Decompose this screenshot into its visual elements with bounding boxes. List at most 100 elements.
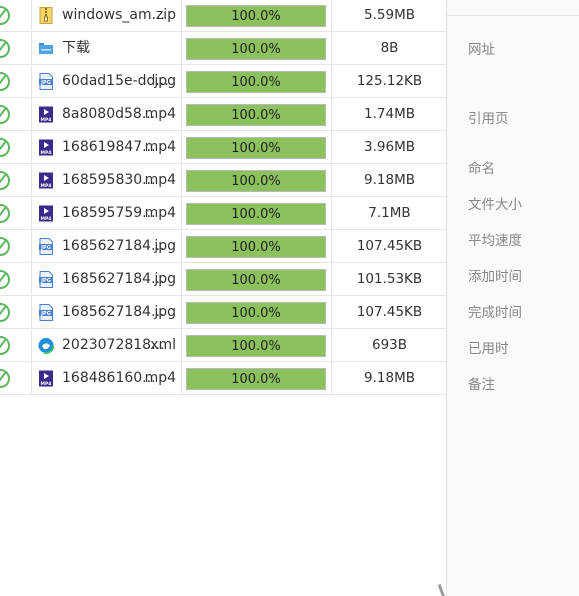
column-divider bbox=[331, 296, 332, 328]
progress-bar: 100.0% bbox=[186, 71, 326, 93]
table-row[interactable]: MP4 8a8080d58... mp4 100.0% 1.74MB bbox=[0, 98, 446, 131]
column-divider bbox=[31, 164, 32, 196]
jpg-icon: JPG bbox=[38, 73, 54, 90]
table-row[interactable]: MP4 168619847... mp4 100.0% 3.96MB bbox=[0, 131, 446, 164]
jpg-icon: JPG bbox=[38, 271, 54, 288]
table-row[interactable]: 下载 100.0% 8B bbox=[0, 32, 446, 65]
mp4-icon: MP4 bbox=[38, 106, 54, 123]
column-divider bbox=[331, 98, 332, 130]
file-name: 2023072818... xml bbox=[62, 329, 180, 362]
table-row[interactable]: MP4 168595759... mp4 100.0% 7.1MB bbox=[0, 197, 446, 230]
svg-text:JPG: JPG bbox=[40, 278, 51, 284]
table-row[interactable]: 2023072818... xml 100.0% 693B bbox=[0, 329, 446, 362]
file-extension: jpg bbox=[154, 238, 176, 254]
file-extension: jpg bbox=[154, 304, 176, 320]
column-divider bbox=[31, 32, 32, 64]
column-divider bbox=[331, 131, 332, 163]
file-name-text: 下载 bbox=[62, 40, 90, 56]
file-name: 下载 bbox=[62, 32, 180, 65]
file-name-text: 1685627184... bbox=[62, 271, 165, 287]
table-row[interactable]: MP4 168486160... mp4 100.0% 9.18MB bbox=[0, 362, 446, 395]
column-divider bbox=[31, 263, 32, 295]
progress-label: 100.0% bbox=[231, 174, 281, 189]
file-size: 3.96MB bbox=[364, 139, 415, 155]
file-size: 101.53KB bbox=[356, 271, 423, 287]
file-size: 1.74MB bbox=[364, 106, 415, 122]
table-row[interactable]: JPG 1685627184... jpg 100.0% 107.45KB bbox=[0, 296, 446, 329]
table-row[interactable]: windows_am... zip 100.0% 5.59MB bbox=[0, 0, 446, 32]
file-name: 168595830... mp4 bbox=[62, 164, 180, 197]
file-name-text: 1685627184... bbox=[62, 304, 165, 320]
detail-label-url: 网址 bbox=[468, 42, 495, 58]
detail-label-file-size: 文件大小 bbox=[468, 197, 522, 213]
progress-label: 100.0% bbox=[231, 108, 281, 123]
progress-bar: 100.0% bbox=[186, 104, 326, 126]
table-row[interactable]: JPG 1685627184... jpg 100.0% 107.45KB bbox=[0, 230, 446, 263]
table-row[interactable]: JPG 1685627184... jpg 100.0% 101.53KB bbox=[0, 263, 446, 296]
column-divider bbox=[181, 296, 182, 328]
file-name: 1685627184... jpg bbox=[62, 296, 180, 329]
column-divider bbox=[181, 329, 182, 361]
progress-label: 100.0% bbox=[231, 273, 281, 288]
column-divider bbox=[31, 329, 32, 361]
progress-label: 100.0% bbox=[231, 42, 281, 57]
column-divider bbox=[181, 164, 182, 196]
progress-label: 100.0% bbox=[231, 240, 281, 255]
completed-check-icon bbox=[0, 303, 10, 322]
file-extension: jpg bbox=[154, 271, 176, 287]
column-divider bbox=[181, 131, 182, 163]
svg-text:MP4: MP4 bbox=[41, 150, 52, 156]
jpg-icon: JPG bbox=[38, 304, 54, 321]
file-name: 60dad15e-dd... jpg bbox=[62, 65, 180, 98]
file-name: 1685627184... jpg bbox=[62, 230, 180, 263]
file-extension: mp4 bbox=[144, 172, 176, 188]
file-name-text: 1685627184... bbox=[62, 238, 165, 254]
progress-bar: 100.0% bbox=[186, 170, 326, 192]
file-name-text: 60dad15e-dd... bbox=[62, 73, 169, 89]
detail-label-elapsed: 已用时 bbox=[468, 341, 509, 357]
detail-label-avg-speed: 平均速度 bbox=[468, 233, 522, 249]
jpg-icon: JPG bbox=[38, 238, 54, 255]
completed-check-icon bbox=[0, 72, 10, 91]
column-divider bbox=[31, 98, 32, 130]
completed-check-icon bbox=[0, 336, 10, 355]
svg-text:JPG: JPG bbox=[40, 245, 51, 251]
column-divider bbox=[331, 329, 332, 361]
svg-text:MP4: MP4 bbox=[41, 183, 52, 189]
details-panel: 网址 引用页 命名 文件大小 平均速度 添加时间 完成时间 已用时 备注 bbox=[446, 0, 579, 596]
completed-check-icon bbox=[0, 105, 10, 124]
progress-label: 100.0% bbox=[231, 75, 281, 90]
progress-bar: 100.0% bbox=[186, 368, 326, 390]
table-row[interactable]: JPG 60dad15e-dd... jpg 100.0% 125.12KB bbox=[0, 65, 446, 98]
mp4-icon: MP4 bbox=[38, 205, 54, 222]
file-extension: jpg bbox=[154, 73, 176, 89]
table-row[interactable]: MP4 168595830... mp4 100.0% 9.18MB bbox=[0, 164, 446, 197]
column-divider bbox=[31, 131, 32, 163]
file-name-text: 168486160... bbox=[62, 370, 156, 386]
column-divider bbox=[181, 98, 182, 130]
svg-text:MP4: MP4 bbox=[41, 381, 52, 387]
completed-check-icon bbox=[0, 6, 10, 25]
progress-label: 100.0% bbox=[231, 9, 281, 24]
column-divider bbox=[331, 0, 332, 31]
file-name-text: 168595759... bbox=[62, 205, 156, 221]
mp4-icon: MP4 bbox=[38, 370, 54, 387]
progress-label: 100.0% bbox=[231, 141, 281, 156]
column-divider bbox=[31, 197, 32, 229]
file-name: 8a8080d58... mp4 bbox=[62, 98, 180, 131]
progress-bar: 100.0% bbox=[186, 38, 326, 60]
progress-bar: 100.0% bbox=[186, 335, 326, 357]
completed-check-icon bbox=[0, 237, 10, 256]
completed-check-icon bbox=[0, 138, 10, 157]
file-name: 1685627184... jpg bbox=[62, 263, 180, 296]
file-size: 5.59MB bbox=[364, 7, 415, 23]
file-extension: mp4 bbox=[144, 139, 176, 155]
detail-label-notes: 备注 bbox=[468, 377, 495, 393]
completed-check-icon bbox=[0, 369, 10, 388]
column-divider bbox=[181, 32, 182, 64]
svg-text:MP4: MP4 bbox=[41, 216, 52, 222]
detail-label-completed-time: 完成时间 bbox=[468, 305, 522, 321]
completed-check-icon bbox=[0, 270, 10, 289]
file-extension: mp4 bbox=[144, 370, 176, 386]
progress-label: 100.0% bbox=[231, 372, 281, 387]
